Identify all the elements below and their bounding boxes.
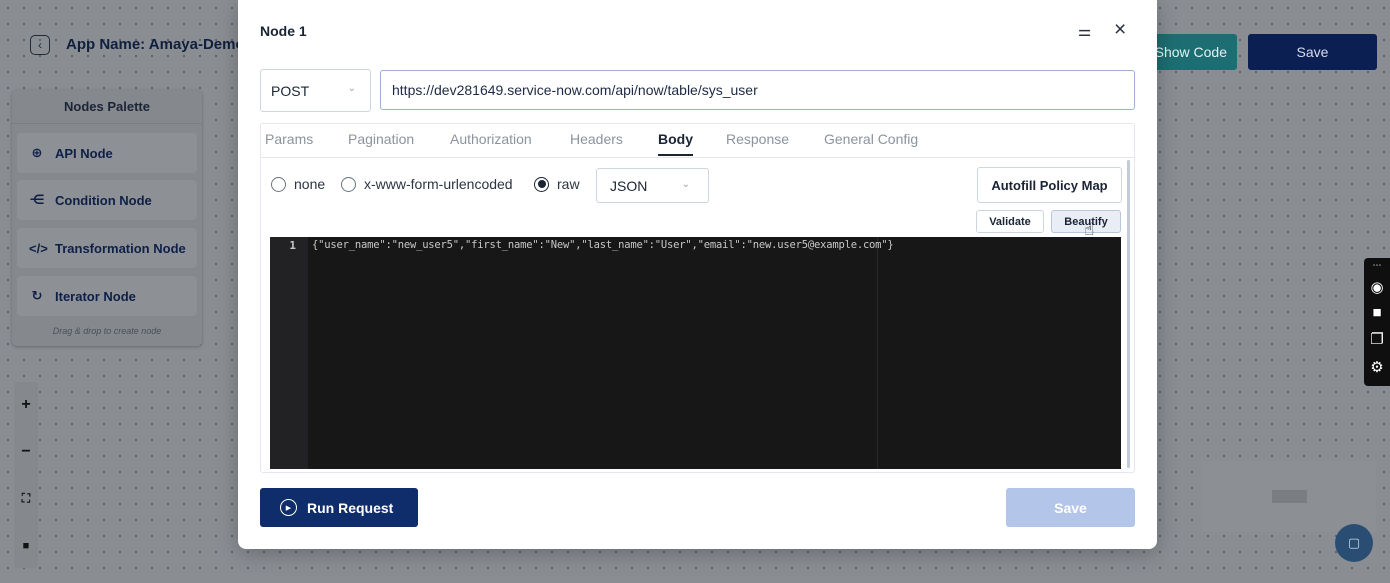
url-input[interactable]: https://dev281649.service-now.com/api/no… [380, 70, 1135, 110]
chevron-down-icon: ⌄ [681, 179, 690, 190]
method-select[interactable]: POST ⌄ [260, 69, 371, 112]
radio-label: raw [557, 176, 580, 192]
book-icon: ▢ [1347, 535, 1361, 550]
scrollbar-thumb[interactable] [1127, 160, 1130, 468]
branch-icon: ⋲ [29, 192, 45, 207]
radio-button-selected[interactable] [534, 176, 549, 192]
fit-view-button[interactable]: ⛶ [14, 486, 38, 510]
chevron-down-icon: ⌄ [347, 83, 356, 94]
tabs-divider [261, 157, 1134, 158]
format-value: JSON [610, 177, 648, 194]
editor-gutter: 1 [270, 237, 308, 469]
palette-item-label: Iterator Node [55, 288, 136, 304]
hand-cursor-icon: ☝ [1084, 220, 1095, 239]
tab-pagination[interactable]: Pagination [348, 131, 414, 147]
modal-title: Node 1 [260, 23, 307, 39]
close-icon[interactable]: × [1114, 19, 1126, 40]
radio-button[interactable] [341, 176, 356, 192]
palette-item-label: Condition Node [55, 192, 152, 208]
palette-item-label: Transformation Node [55, 240, 186, 256]
palette-item-api-node[interactable]: ⊕ API Node [17, 133, 197, 173]
windows-icon[interactable]: ❐ [1364, 330, 1390, 348]
editor-ruler [877, 237, 878, 469]
loop-icon: ↻ [31, 288, 43, 303]
lock-icon: ■ [22, 540, 30, 552]
camera-icon[interactable]: ◉ [1364, 278, 1390, 296]
sliders-icon[interactable]: ⚌ [1078, 22, 1091, 40]
globe-icon: ⊕ [31, 145, 43, 160]
more-icon[interactable]: ⋯ [1364, 260, 1390, 271]
tab-authorization[interactable]: Authorization [450, 131, 532, 147]
run-request-label: Run Request [307, 499, 394, 516]
method-value: POST [271, 82, 310, 99]
request-config-panel: Params Pagination Authorization Headers … [260, 123, 1135, 473]
minimap-node [1272, 490, 1307, 503]
tab-body[interactable]: Body [658, 131, 693, 156]
recording-toolbar: ⋯ ◉ ■ ❐ ⚙ [1364, 258, 1390, 386]
palette-item-transformation-node[interactable]: </> Transformation Node [17, 228, 197, 268]
tab-headers[interactable]: Headers [570, 131, 623, 147]
body-type-raw[interactable]: raw [534, 176, 580, 192]
palette-item-iterator-node[interactable]: ↻ Iterator Node [17, 276, 197, 316]
palette-title: Nodes Palette [12, 90, 202, 124]
video-icon[interactable]: ■ [1364, 304, 1390, 321]
tab-params[interactable]: Params [265, 131, 313, 147]
format-select[interactable]: JSON ⌄ [596, 168, 709, 203]
app-save-button[interactable]: Save [1248, 34, 1377, 70]
modal-save-button[interactable]: Save [1006, 488, 1135, 527]
autofill-policy-map-button[interactable]: Autofill Policy Map [977, 167, 1122, 203]
run-request-button[interactable]: ▶ Run Request [260, 488, 418, 527]
palette-item-label: API Node [55, 145, 113, 161]
help-button[interactable]: ▢ [1335, 524, 1373, 562]
radio-label: none [294, 176, 326, 192]
palette-hint: Drag & drop to create node [52, 326, 162, 336]
validate-button[interactable]: Validate [976, 210, 1044, 233]
code-line[interactable]: {"user_name":"new_user5","first_name":"N… [312, 239, 894, 251]
canvas-controls: + − ⛶ ■ [14, 382, 38, 568]
palette-item-condition-node[interactable]: ⋲ Condition Node [17, 180, 197, 220]
back-button[interactable]: ‹ [30, 35, 50, 55]
app-name: App Name: Amaya-Demo [66, 36, 245, 53]
zoom-out-button[interactable]: − [14, 440, 38, 464]
body-type-urlencoded[interactable]: x-www-form-urlencoded [341, 176, 513, 192]
line-number: 1 [289, 239, 296, 252]
tab-general-config[interactable]: General Config [824, 131, 918, 147]
lock-button[interactable]: ■ [14, 534, 38, 558]
play-icon: ▶ [280, 499, 297, 516]
code-editor[interactable]: 1 {"user_name":"new_user5","first_name":… [270, 237, 1121, 469]
body-type-none[interactable]: none [271, 176, 325, 192]
gear-icon[interactable]: ⚙ [1364, 358, 1390, 376]
zoom-in-button[interactable]: + [14, 393, 38, 417]
code-icon: </> [29, 240, 48, 256]
radio-button[interactable] [271, 176, 286, 192]
tab-response[interactable]: Response [726, 131, 789, 147]
node-modal: Node 1 ⚌ × POST ⌄ https://dev281649.serv… [238, 0, 1157, 549]
radio-label: x-www-form-urlencoded [364, 176, 513, 192]
nodes-palette: Nodes Palette ⊕ API Node ⋲ Condition Nod… [12, 90, 202, 346]
